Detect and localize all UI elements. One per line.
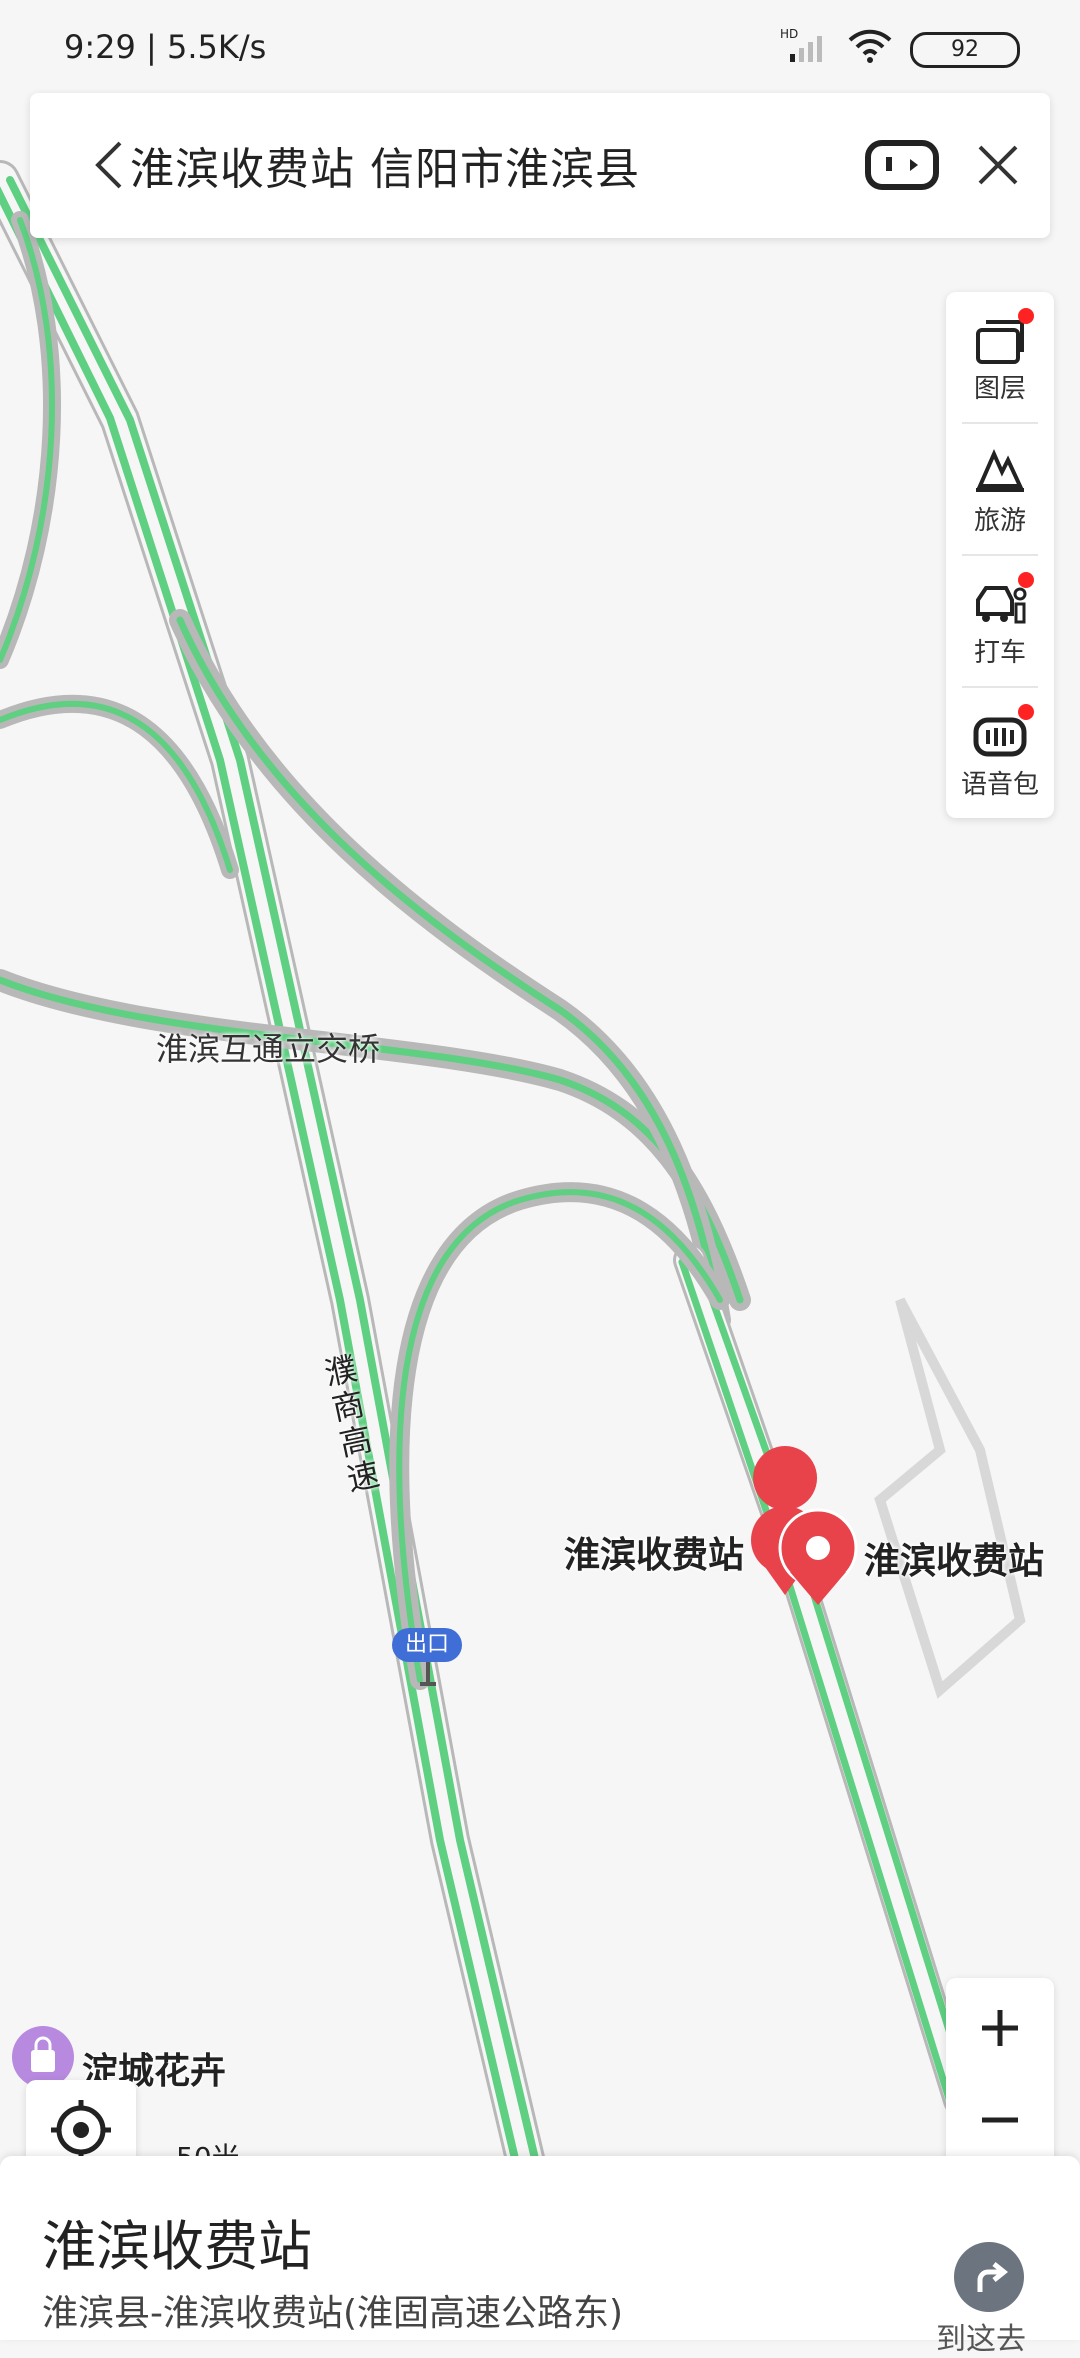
tool-voice-pack[interactable]: 语音包	[946, 688, 1054, 818]
tool-taxi[interactable]: 打车	[946, 556, 1054, 686]
voice-assistant-icon	[865, 140, 939, 190]
close-icon	[978, 145, 1018, 185]
expressway-char: 速	[343, 1454, 383, 1499]
tool-travel[interactable]: 旅游	[946, 424, 1054, 554]
navigate-button[interactable]	[954, 2242, 1024, 2312]
layers-badge	[1018, 308, 1034, 324]
tool-label: 图层	[973, 374, 1026, 404]
exit-badge[interactable]: 出口	[392, 1628, 462, 1662]
poi-label-right[interactable]: 淮滨收费站	[864, 1532, 1044, 1584]
tool-label: 语音包	[960, 770, 1039, 800]
navigate-label[interactable]: 到这去	[936, 2314, 1026, 2358]
search-query[interactable]: 淮滨收费站 信阳市淮滨县	[130, 133, 640, 197]
taxi-badge	[1018, 572, 1034, 588]
status-icons: HD 92	[780, 27, 1020, 72]
zoom-in-button[interactable]	[946, 1978, 1054, 2078]
close-button[interactable]	[968, 135, 1028, 195]
voice-search-button[interactable]	[862, 133, 942, 197]
travel-icon	[976, 449, 1024, 492]
interchange-label: 淮滨互通立交桥	[156, 1030, 381, 1068]
map-canvas[interactable]	[0, 0, 1080, 2340]
map-tools-panel: 图层 旅游 打车 语音包	[946, 292, 1054, 818]
signal-icon: HD	[780, 27, 830, 72]
tool-label: 打车	[973, 638, 1026, 668]
tool-layers[interactable]: 图层	[946, 292, 1054, 422]
status-bar: 9:29 | 5.5K/s HD 92	[0, 0, 1080, 92]
tool-label: 旅游	[973, 506, 1026, 536]
network-label: HD	[780, 28, 798, 41]
battery-indicator: 92	[910, 32, 1020, 68]
wifi-icon	[848, 28, 892, 72]
place-address: 淮滨县-淮滨收费站(淮固高速公路东)	[42, 2293, 624, 2334]
shopping-bag-icon[interactable]	[12, 2026, 74, 2088]
voice-pack-badge	[1018, 704, 1034, 720]
exit-post-icon	[420, 1662, 436, 1686]
route-arrow-icon	[977, 2262, 1009, 2292]
place-detail-sheet[interactable]: 淮滨收费站 淮滨县-淮滨收费站(淮固高速公路东) 到这去	[0, 2156, 1080, 2357]
search-bar[interactable]: 淮滨收费站 信阳市淮滨县	[30, 93, 1050, 238]
place-title: 淮滨收费站	[42, 2215, 312, 2278]
plus-icon	[982, 2010, 1018, 2046]
poi-label-left[interactable]: 淮滨收费站	[564, 1526, 744, 1578]
status-time: 9:29 | 5.5K/s	[64, 28, 267, 66]
